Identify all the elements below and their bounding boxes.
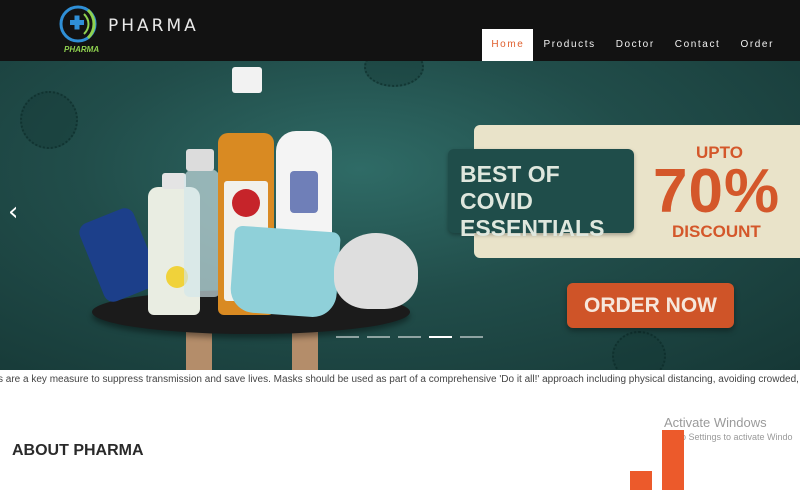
- carousel-prev-icon[interactable]: ‹: [8, 199, 28, 225]
- discount-suffix: DISCOUNT: [672, 222, 761, 241]
- carousel-indicator[interactable]: [336, 336, 359, 338]
- nav-order[interactable]: Order: [730, 29, 784, 61]
- news-ticker: ks are a key measure to suppress transmi…: [0, 374, 800, 388]
- logo-sublabel: PHARMA: [64, 45, 100, 54]
- carousel-indicator[interactable]: [367, 336, 390, 338]
- carousel-indicator[interactable]: [398, 336, 421, 338]
- ticker-text: ks are a key measure to suppress transmi…: [0, 374, 800, 385]
- hero-carousel: BEST OF COVID ESSENTIALS UPTO 70% DISCOU…: [0, 61, 800, 370]
- discount-value: 70%: [653, 157, 781, 226]
- carousel-indicator[interactable]: [429, 336, 452, 338]
- nav-products[interactable]: Products: [533, 29, 605, 61]
- brand-name: PHARMA: [108, 16, 199, 36]
- carousel-indicators: [336, 336, 483, 338]
- promo-heading: BEST OF COVID ESSENTIALS: [460, 161, 605, 241]
- carousel-indicator[interactable]: [460, 336, 483, 338]
- top-navbar: PHARMA PHARMA Home Products Doctor Conta…: [0, 0, 800, 61]
- clear-bottle: [184, 169, 220, 297]
- virus-decoration-icon: [612, 331, 666, 370]
- nav-doctor[interactable]: Doctor: [606, 29, 665, 61]
- about-heading: ABOUT PHARMA: [12, 442, 144, 459]
- main-menu: Home Products Doctor Contact Order: [482, 29, 784, 61]
- virus-decoration-icon: [20, 91, 78, 149]
- watermark-title: Activate Windows: [664, 415, 767, 430]
- brand-logo[interactable]: PHARMA PHARMA: [58, 4, 196, 58]
- nav-home[interactable]: Home: [482, 29, 534, 61]
- n95-mask-product: [334, 233, 418, 309]
- promo-heading-box: BEST OF COVID ESSENTIALS: [448, 149, 634, 241]
- face-mask-product: [229, 225, 341, 319]
- nav-contact[interactable]: Contact: [665, 29, 731, 61]
- order-now-button[interactable]: ORDER NOW: [567, 283, 734, 328]
- virus-decoration-icon: [364, 61, 424, 87]
